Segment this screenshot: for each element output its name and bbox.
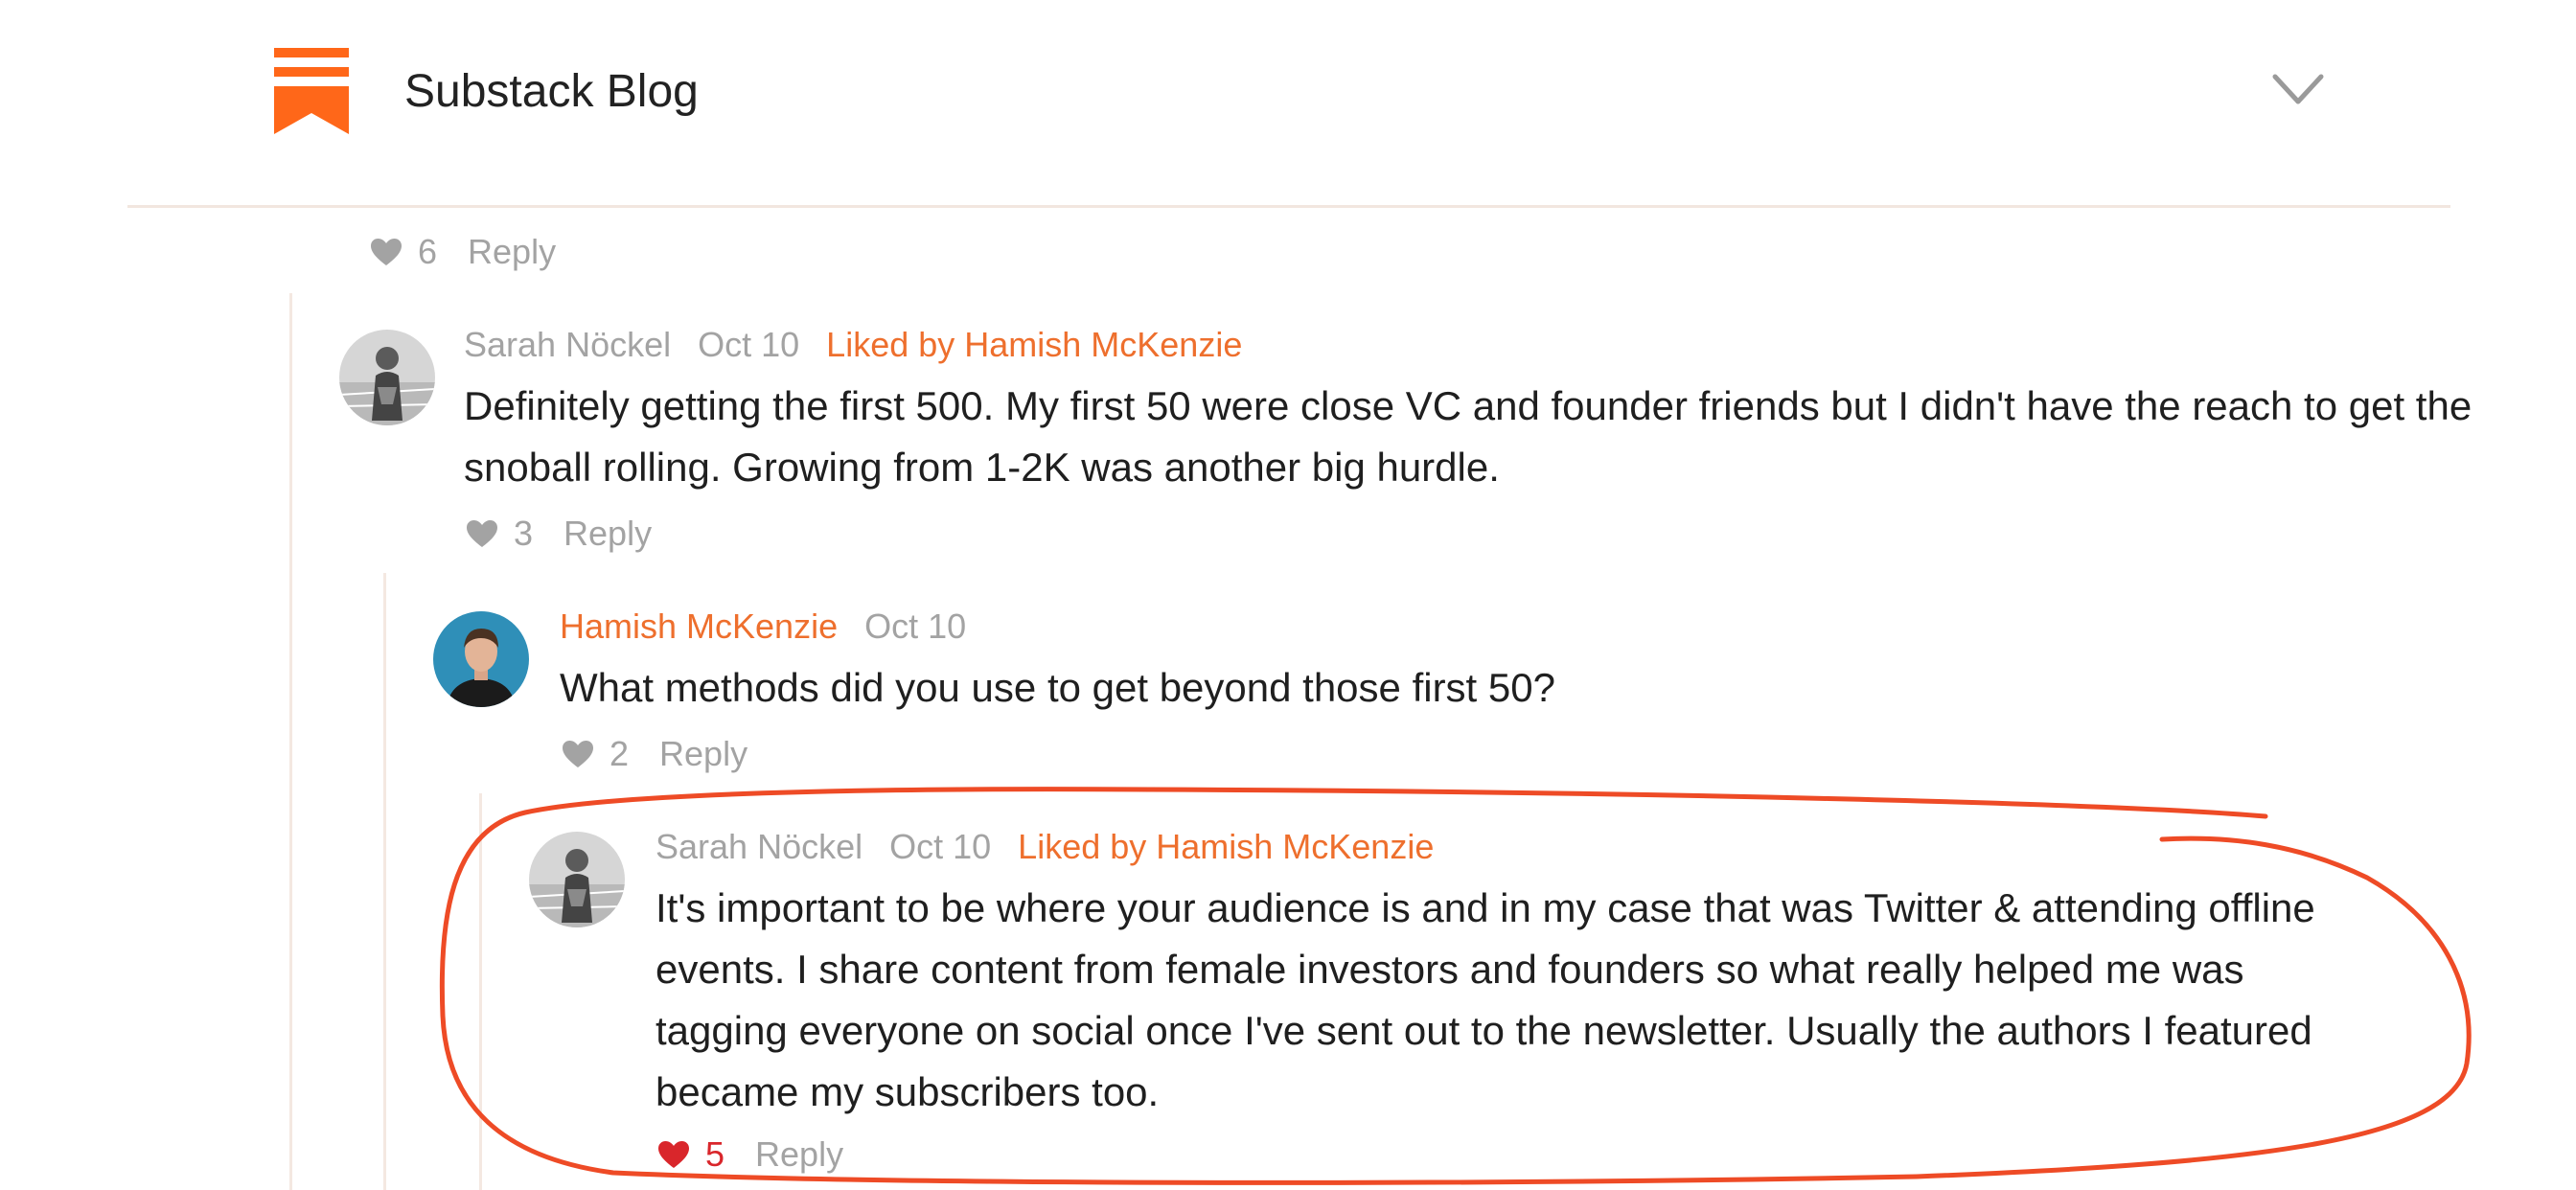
comment-text: Definitely getting the first 500. My fir… bbox=[464, 383, 2472, 490]
comment-text: It's important to be where your audience… bbox=[656, 885, 2315, 1114]
liked-by-label: Liked by Hamish McKenzie bbox=[826, 325, 1243, 364]
avatar[interactable] bbox=[433, 611, 529, 707]
reply-button[interactable]: Reply bbox=[564, 514, 652, 554]
app-header: Substack Blog bbox=[0, 0, 2576, 208]
substack-logo-icon[interactable] bbox=[274, 48, 349, 134]
comment-date[interactable]: Oct 10 bbox=[889, 827, 991, 866]
like-count: 3 bbox=[514, 514, 534, 553]
author-name[interactable]: Sarah Nöckel bbox=[656, 827, 862, 866]
comment-actions: 3 Reply bbox=[466, 510, 652, 558]
blog-title[interactable]: Substack Blog bbox=[404, 63, 699, 121]
chevron-down-icon[interactable] bbox=[2271, 71, 2325, 109]
comment-text: What methods did you use to get beyond t… bbox=[560, 665, 1555, 710]
like-count: 2 bbox=[610, 734, 630, 773]
heart-icon[interactable] bbox=[466, 519, 498, 548]
thread-line-level-1 bbox=[289, 293, 292, 1190]
thread-line-level-3 bbox=[479, 793, 482, 1190]
comment-actions: 5 Reply bbox=[657, 1131, 843, 1179]
like-count: 6 bbox=[418, 232, 438, 271]
liked-by-label: Liked by Hamish McKenzie bbox=[1018, 827, 1435, 866]
avatar[interactable] bbox=[339, 330, 435, 425]
like-count: 5 bbox=[705, 1134, 725, 1174]
parent-comment-actions: 6 Reply bbox=[370, 228, 556, 276]
thread-line-level-2 bbox=[383, 573, 386, 1190]
comment-meta: Sarah Nöckel Oct 10 Liked by Hamish McKenz… bbox=[656, 826, 1460, 868]
header-divider bbox=[127, 205, 2450, 208]
comment-date[interactable]: Oct 10 bbox=[864, 606, 966, 646]
comment-meta: Sarah Nöckel Oct 10 Liked by Hamish McKenz… bbox=[464, 324, 1269, 366]
reply-button[interactable]: Reply bbox=[659, 734, 748, 774]
comment-meta: Hamish McKenzie Oct 10 bbox=[560, 606, 993, 648]
heart-icon[interactable] bbox=[657, 1140, 690, 1169]
avatar[interactable] bbox=[529, 832, 625, 927]
reply-button[interactable]: Reply bbox=[468, 232, 556, 272]
reply-button[interactable]: Reply bbox=[755, 1134, 843, 1175]
author-name[interactable]: Hamish McKenzie bbox=[560, 606, 838, 646]
heart-icon[interactable] bbox=[562, 740, 594, 768]
comment-date[interactable]: Oct 10 bbox=[698, 325, 799, 364]
heart-icon[interactable] bbox=[370, 238, 402, 266]
author-name[interactable]: Sarah Nöckel bbox=[464, 325, 671, 364]
comment-actions: 2 Reply bbox=[562, 730, 748, 778]
